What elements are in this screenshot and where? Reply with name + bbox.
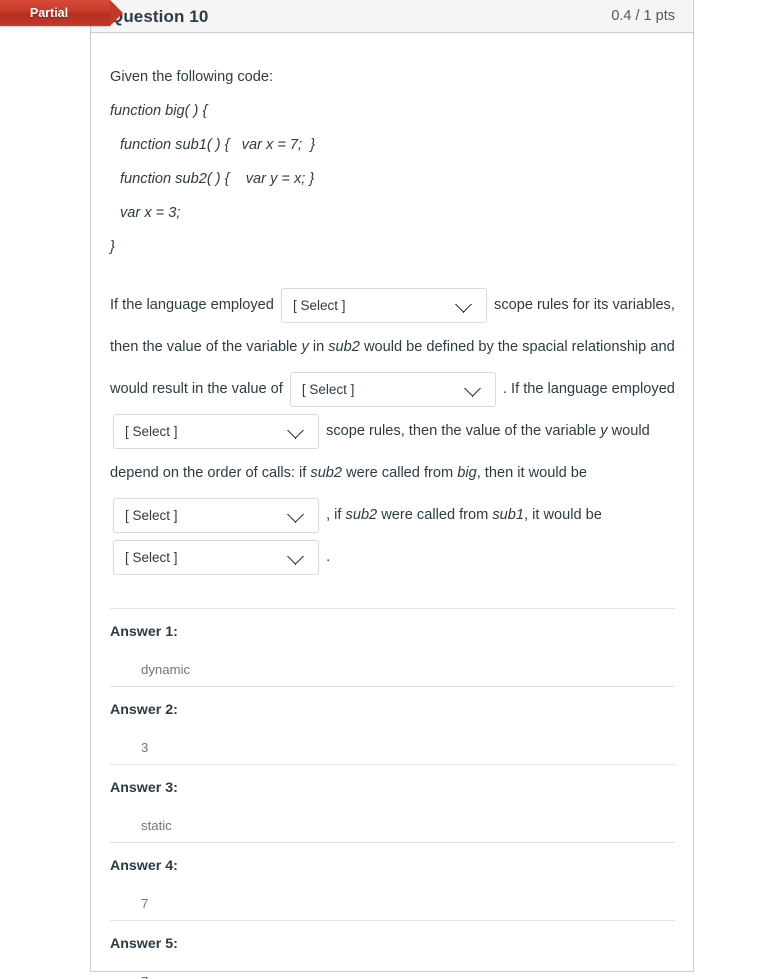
prompt-fn-sub2-1: sub2 — [328, 339, 360, 355]
prompt-segment-4d: , then it would be — [476, 465, 588, 481]
scope-rules-select-1[interactable]: [ Select ]staticdynamic — [280, 287, 487, 323]
prompt-segment-6: . — [326, 549, 331, 565]
question-card: Question 10 0.4 / 1 pts Given the follow… — [90, 0, 694, 979]
prompt-segment-3: . If the language employed — [502, 381, 675, 397]
answer-value: dynamic — [141, 662, 191, 677]
scope-rules-select-2[interactable]: [ Select ]staticdynamic — [113, 413, 319, 449]
code-line: function sub2( ) { var y = x; } — [120, 171, 315, 187]
question-body: Given the following code: function big( … — [91, 33, 693, 578]
answer-label: Answer 3: — [110, 780, 178, 796]
answer-row: Answer 2: 3 — [110, 686, 675, 764]
answer-row: Answer 4: 7 — [110, 842, 675, 920]
prompt-var-y-2: y — [600, 423, 608, 439]
question-prompt: If the language employed [ Select ]stati… — [110, 284, 675, 578]
answer-row: Answer 1: dynamic — [110, 608, 675, 686]
answers-section: Answer 1: dynamic Answer 2: 3 Answer 3: … — [91, 608, 693, 979]
page-root: Question 10 0.4 / 1 pts Given the follow… — [0, 0, 764, 979]
answer-value: 3 — [141, 740, 149, 755]
value-select-1[interactable]: [ Select ]37 — [289, 371, 496, 407]
prompt-segment-4a: scope rules, then the value of the varia… — [326, 423, 601, 439]
intro-text: Given the following code: — [110, 69, 274, 85]
answer-label: Answer 1: — [110, 624, 178, 640]
prompt-segment-5a: , if — [326, 507, 346, 523]
prompt-fn-big: big — [457, 465, 477, 481]
answer-row: Answer 5: 7 — [110, 920, 675, 979]
status-badge-label: Partial — [29, 6, 69, 20]
prompt-fn-sub2-3: sub2 — [345, 507, 378, 523]
value-select-2[interactable]: [ Select ]37 — [113, 497, 319, 533]
prompt-fn-sub1: sub1 — [492, 507, 525, 523]
ribbon-arrow-icon — [110, 0, 123, 26]
answer-value: static — [141, 818, 172, 833]
code-block: function big( ) { function sub1( ) { var… — [110, 94, 675, 264]
question-header: Question 10 0.4 / 1 pts — [91, 0, 693, 33]
answer-row: Answer 3: static — [110, 764, 675, 842]
prompt-segment-2b: in — [308, 339, 329, 355]
prompt-segment-1: If the language employed — [110, 297, 274, 313]
code-line: function sub1( ) { var x = 7; } — [120, 137, 316, 153]
code-line: } — [110, 239, 115, 255]
prompt-segment-5b: were called from — [377, 507, 493, 523]
code-line: var x = 3; — [120, 205, 181, 221]
prompt-fn-sub2-2: sub2 — [310, 465, 343, 481]
prompt-var-y-1: y — [301, 339, 309, 355]
prompt-segment-5c: , it would be — [524, 507, 602, 523]
value-select-3[interactable]: [ Select ]37 — [113, 539, 319, 575]
status-badge: Partial — [0, 0, 123, 26]
answer-label: Answer 5: — [110, 936, 178, 952]
code-line: function big( ) { — [110, 103, 208, 119]
prompt-segment-4c: were called from — [342, 465, 458, 481]
answer-label: Answer 2: — [110, 702, 178, 718]
answer-value: 7 — [110, 954, 675, 979]
question-points: 0.4 / 1 pts — [611, 7, 675, 24]
answer-label: Answer 4: — [110, 858, 178, 874]
answer-value: 7 — [141, 896, 149, 911]
